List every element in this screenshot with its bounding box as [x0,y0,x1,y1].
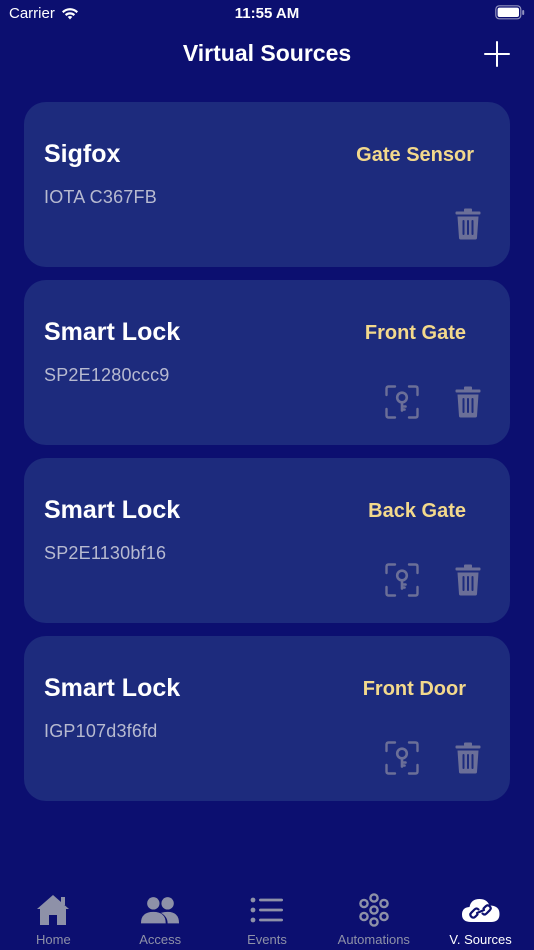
scan-key-icon [385,563,419,597]
tab-events[interactable]: Events [214,878,321,950]
tab-label: Home [36,932,71,947]
scan-key-icon [385,385,419,419]
source-label: Back Gate [368,500,466,522]
cloud-link-icon [461,892,501,928]
source-id: IGP107d3f6fd [44,721,158,741]
trash-icon [455,386,481,418]
page-title: Virtual Sources [182,40,352,66]
trash-icon [455,208,481,240]
tab-bar: Home Access Events Automations V. Source… [0,878,534,950]
source-id: IOTA C367FB [44,187,157,207]
people-icon [140,892,180,928]
delete-button[interactable] [450,384,486,420]
scan-key-icon [385,741,419,775]
source-type: Smart Lock [44,496,181,524]
delete-button[interactable] [450,740,486,776]
tab-home[interactable]: Home [0,878,107,950]
delete-button[interactable] [450,206,486,242]
tab-access[interactable]: Access [107,878,214,950]
list-icon [247,892,287,928]
source-type: Sigfox [44,140,121,168]
source-label: Gate Sensor [356,144,474,166]
automations-icon [354,892,394,928]
status-bar: Carrier 11:55 AM [0,0,534,28]
navigation-bar: Virtual Sources [0,28,534,82]
source-card[interactable]: Sigfox IOTA C367FB Gate Sensor [24,102,510,267]
tab-virtual-sources[interactable]: V. Sources [427,878,534,950]
tab-label: Events [247,932,287,947]
source-card[interactable]: Smart Lock SP2E1130bf16 Back Gate [24,458,510,623]
trash-icon [455,564,481,596]
add-source-button[interactable] [484,41,510,67]
source-label: Front Door [362,678,466,700]
source-id: SP2E1130bf16 [44,543,167,563]
tab-label: Automations [337,932,410,947]
scan-key-button[interactable] [384,384,420,420]
source-label: Front Gate [364,322,466,344]
source-type: Smart Lock [44,318,181,346]
delete-button[interactable] [450,562,486,598]
battery-icon [495,5,525,20]
source-type: Smart Lock [44,674,181,702]
home-icon [33,892,73,928]
tab-automations[interactable]: Automations [320,878,427,950]
clock: 11:55 AM [234,5,300,22]
source-card[interactable]: Smart Lock IGP107d3f6fd Front Door [24,636,510,801]
source-id: SP2E1280ccc9 [44,365,170,385]
source-card[interactable]: Smart Lock SP2E1280ccc9 Front Gate [24,280,510,445]
trash-icon [455,742,481,774]
scan-key-button[interactable] [384,740,420,776]
tab-label: Access [139,932,182,947]
scan-key-button[interactable] [384,562,420,598]
tab-label: V. Sources [449,932,512,947]
virtual-sources-screen: Carrier 11:55 AM Virtual Sources Sigfox … [0,0,534,950]
